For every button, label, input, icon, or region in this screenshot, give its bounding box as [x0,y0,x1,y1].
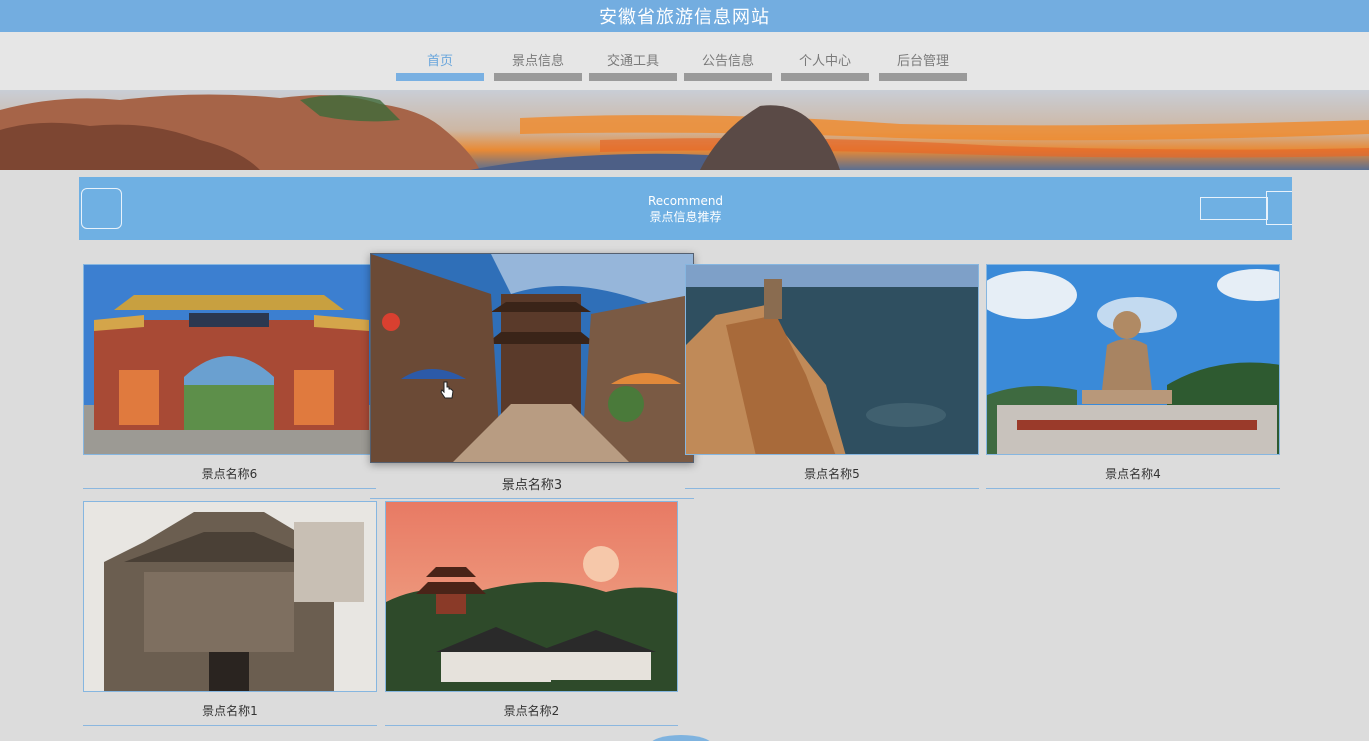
hero-banner [0,90,1369,170]
decorative-box [1200,197,1268,220]
attraction-card[interactable]: 景点名称4 [986,264,1280,489]
nav-item-transport[interactable]: 交通工具 [589,32,677,90]
recommend-bar: Recommend 景点信息推荐 [79,177,1292,240]
recommend-title-cn: 景点信息推荐 [649,210,722,224]
nav-underline [494,73,582,81]
attraction-card[interactable]: 景点名称6 [83,264,376,489]
nav-item-attractions[interactable]: 景点信息 [494,32,582,90]
main-nav: 首页 景点信息 交通工具 公告信息 个人中心 后台管理 [0,32,1369,90]
card-caption: 景点名称6 [201,467,258,481]
recommend-title: Recommend 景点信息推荐 [79,193,1292,225]
ancient-town-street-photo[interactable] [370,253,694,463]
card-divider [385,725,678,726]
nav-item-home[interactable]: 首页 [396,32,484,90]
site-title: 安徽省旅游信息网站 [599,7,770,28]
attraction-card-featured[interactable]: 景点名称3 [370,253,694,499]
nav-label: 个人中心 [798,54,851,69]
memorial-archway-photo[interactable] [83,264,376,455]
nav-underline [879,73,967,81]
sea-cliff-photo[interactable] [685,264,979,455]
nav-item-profile[interactable]: 个人中心 [781,32,869,90]
attraction-card[interactable]: 景点名称2 [385,501,678,726]
carved-stone-gate-photo[interactable] [83,501,377,692]
card-divider [83,488,376,489]
card-caption: 景点名称1 [202,704,258,718]
mountain-landscape-image [0,90,1369,170]
pagoda-sunset-photo[interactable] [385,501,678,692]
nav-label: 后台管理 [896,54,949,69]
nav-label: 公告信息 [701,54,754,69]
card-divider [685,488,979,489]
decorative-box [1266,191,1292,225]
card-caption: 景点名称4 [1105,467,1161,481]
nav-label: 景点信息 [511,54,564,69]
card-caption: 景点名称5 [804,467,860,481]
nav-label: 交通工具 [606,54,659,69]
nav-underline [396,73,484,81]
nav-item-admin[interactable]: 后台管理 [879,32,967,90]
attraction-card[interactable]: 景点名称1 [83,501,377,726]
buddha-statue-photo[interactable] [986,264,1280,455]
card-divider [83,725,377,726]
site-header: 安徽省旅游信息网站 [0,0,1369,32]
recommend-title-en: Recommend [647,194,724,208]
attraction-card[interactable]: 景点名称5 [685,264,979,489]
nav-label: 首页 [426,54,453,69]
pagination-indicator[interactable] [650,735,712,741]
card-divider [370,498,694,499]
card-caption: 景点名称3 [501,478,563,493]
nav-underline [781,73,869,81]
nav-item-announcements[interactable]: 公告信息 [684,32,772,90]
hand-cursor-icon [440,381,454,399]
card-divider [986,488,1280,489]
nav-underline [589,73,677,81]
nav-underline [684,73,772,81]
card-caption: 景点名称2 [503,704,560,718]
